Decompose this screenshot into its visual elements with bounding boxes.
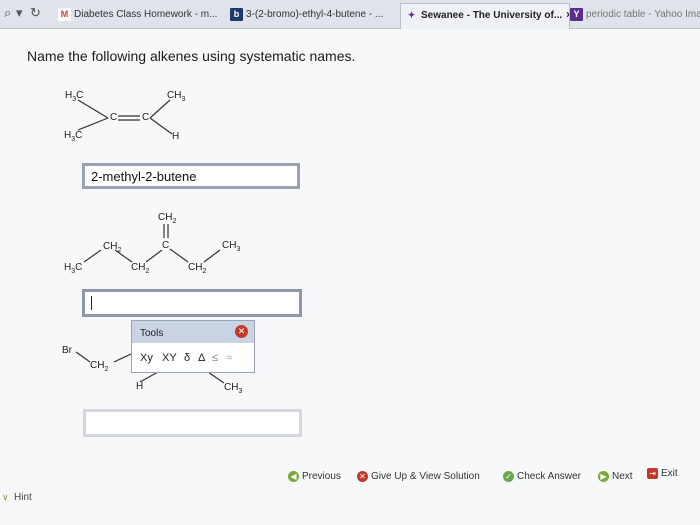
next-label: Next xyxy=(612,471,633,483)
previous-label: Previous xyxy=(302,471,341,483)
bond-line xyxy=(145,249,163,263)
next-button[interactable]: ▶ Next xyxy=(598,471,633,482)
approx-tool-button[interactable]: ≈ xyxy=(226,352,232,364)
atom-ch2-a: CH2 xyxy=(103,241,122,254)
atom-h3c-bottom: H3C xyxy=(64,130,83,143)
bond-lines xyxy=(75,99,225,384)
atom-ch3: CH3 xyxy=(222,240,241,253)
atom-br: Br xyxy=(62,345,73,356)
subscript-tool-button[interactable]: Xy xyxy=(140,352,153,364)
give-up-button[interactable]: ✕ Give Up & View Solution xyxy=(357,471,480,482)
check-answer-button[interactable]: ✓ Check Answer xyxy=(503,471,581,482)
atom-ch3-top: CH3 xyxy=(167,90,186,103)
exit-icon: ⇥ xyxy=(647,468,658,479)
exit-label: Exit xyxy=(661,468,678,480)
atom-ch2-top: CH2 xyxy=(158,212,177,225)
stop-icon: ✕ xyxy=(357,471,368,482)
less-equal-tool-button[interactable]: ≤ xyxy=(212,352,218,364)
check-icon: ✓ xyxy=(503,471,514,482)
bond-line xyxy=(203,249,221,263)
text-cursor xyxy=(91,296,92,310)
delta-upper-tool-button[interactable]: Δ xyxy=(198,352,205,364)
bond-line xyxy=(75,351,91,363)
bond-line xyxy=(149,117,173,135)
answer-3-input[interactable] xyxy=(83,409,302,437)
answer-1-input[interactable] xyxy=(82,163,300,189)
bond-line xyxy=(169,248,189,263)
bond-line xyxy=(83,249,102,263)
footer-bar: ◀ Previous ✕ Give Up & View Solution ✓ Chec… xyxy=(0,455,700,525)
tools-label: Tools xyxy=(140,328,164,339)
exit-button[interactable]: ⇥ Exit xyxy=(647,468,678,479)
atom-ch3: CH3 xyxy=(224,382,243,395)
delta-lower-tool-button[interactable]: δ xyxy=(184,352,190,364)
chevron-down-icon: ∨ xyxy=(2,492,9,502)
atom-c1: C xyxy=(110,112,118,123)
atom-h: H xyxy=(136,381,144,392)
tools-popup[interactable]: Tools ✕ Xy XY δ Δ ≤ ≈ xyxy=(131,320,255,373)
previous-button[interactable]: ◀ Previous xyxy=(288,471,341,482)
close-icon[interactable]: ✕ xyxy=(235,325,248,338)
bond-line xyxy=(113,353,132,363)
atom-h3c: H3C xyxy=(64,262,83,275)
arrow-left-icon: ◀ xyxy=(288,471,299,482)
answer-2-input[interactable] xyxy=(82,289,302,317)
arrow-right-icon: ▶ xyxy=(598,471,609,482)
give-up-label: Give Up & View Solution xyxy=(371,471,480,483)
hint-label: Hint xyxy=(14,492,32,503)
check-label: Check Answer xyxy=(517,471,581,483)
atom-ch2-b: CH2 xyxy=(131,262,150,275)
atom-h3c-top: H3C xyxy=(65,90,84,103)
atom-c2: C xyxy=(142,112,150,123)
atom-ch2: CH2 xyxy=(90,360,109,373)
bond-line xyxy=(207,371,225,384)
bond-line xyxy=(77,117,109,131)
superscript-tool-button[interactable]: XY xyxy=(162,352,177,364)
hint-toggle[interactable]: ∨ Hint xyxy=(2,492,32,503)
atom-c: C xyxy=(162,240,170,251)
atom-ch2-c: CH2 xyxy=(188,262,207,275)
atom-h: H xyxy=(172,131,180,142)
